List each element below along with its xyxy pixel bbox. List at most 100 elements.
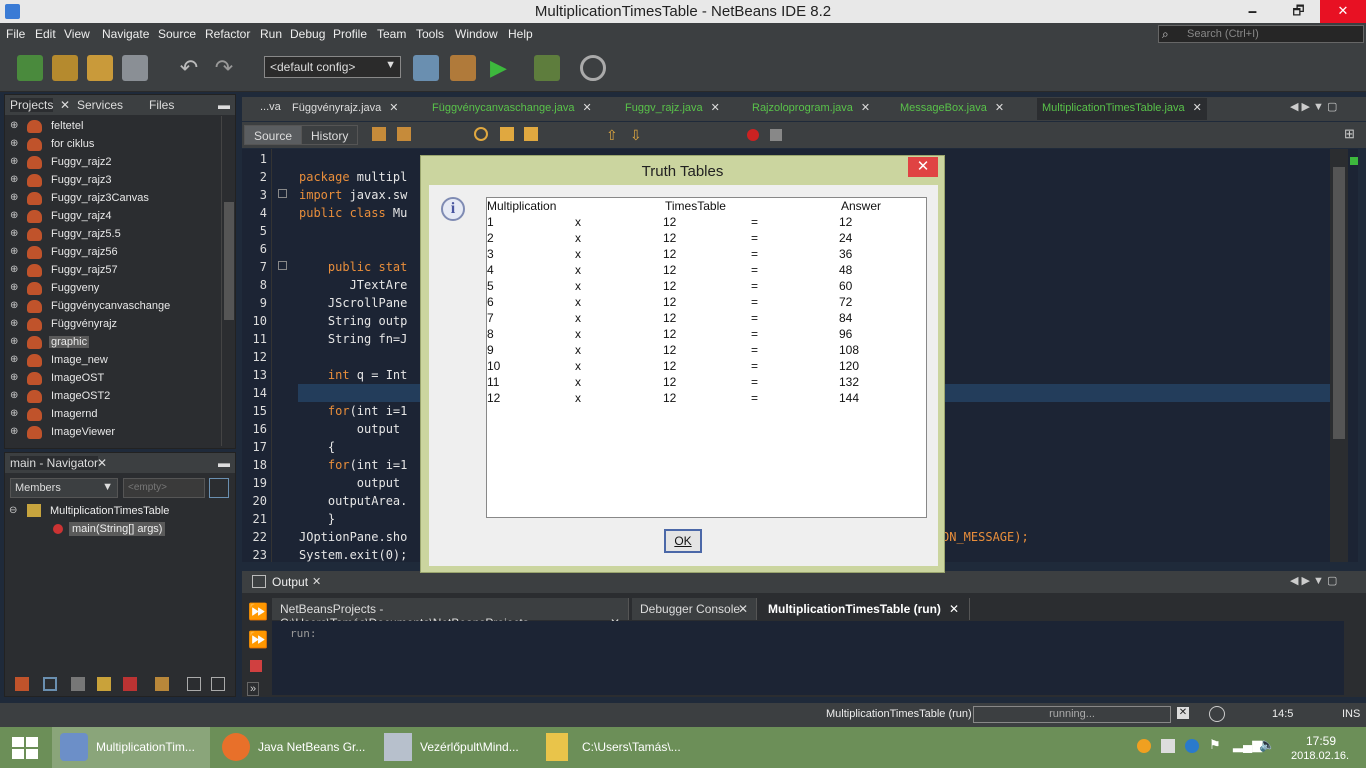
expand-icon[interactable]: ⊕	[10, 300, 18, 311]
back-icon[interactable]	[372, 127, 386, 141]
expand-icon[interactable]: ⊕	[10, 246, 18, 257]
menu-tools[interactable]: Tools	[416, 27, 444, 41]
editor-tab[interactable]: ...va	[260, 101, 281, 119]
project-item[interactable]: ⊕ Függvényrajz	[5, 316, 221, 334]
undo-icon[interactable]: ↶	[176, 55, 202, 81]
sort-name-icon[interactable]	[187, 677, 201, 691]
project-item[interactable]: ⊕ Fuggv_rajz56	[5, 244, 221, 262]
project-item[interactable]: ⊕ Fuggv_rajz3Canvas	[5, 190, 221, 208]
expand-icon[interactable]: ⊕	[10, 192, 18, 203]
redo-icon[interactable]: ↷	[211, 55, 237, 81]
expand-icon[interactable]: ⊕	[10, 228, 18, 239]
menu-window[interactable]: Window	[455, 27, 498, 41]
fields-icon[interactable]	[15, 677, 29, 691]
taskbar-item-netbeans[interactable]: MultiplicationTim...	[52, 727, 210, 768]
scroll-thumb[interactable]	[1333, 167, 1345, 439]
tab-projects[interactable]: Projects	[10, 98, 54, 112]
expand-icon[interactable]: ⊕	[10, 336, 18, 347]
menu-file[interactable]: File	[6, 27, 25, 41]
fold-icon[interactable]	[278, 189, 287, 198]
menu-navigate[interactable]: Navigate	[102, 27, 149, 41]
tab-files[interactable]: Files	[149, 98, 174, 112]
tray-device-icon[interactable]	[1161, 739, 1175, 753]
close-icon[interactable]: ✕	[861, 102, 870, 114]
inherited-icon[interactable]	[97, 677, 111, 691]
close-window-button[interactable]: ✕	[1320, 0, 1366, 23]
project-item[interactable]: ⊕ for ciklus	[5, 136, 221, 154]
output-console[interactable]: run:	[272, 621, 1344, 695]
menu-refactor[interactable]: Refactor	[205, 27, 250, 41]
expand-icon[interactable]: ⊕	[10, 120, 18, 131]
cancel-task-icon[interactable]: ✕	[1177, 707, 1189, 719]
profile-icon[interactable]	[580, 55, 606, 81]
tray-app-icon[interactable]	[1137, 739, 1151, 753]
expand-icon[interactable]: ⊕	[10, 426, 18, 437]
menu-help[interactable]: Help	[508, 27, 533, 41]
config-select[interactable]: <default config> ▼	[264, 56, 401, 78]
expand-icon[interactable]: ⊕	[10, 264, 18, 275]
close-icon[interactable]: ✕	[60, 98, 70, 112]
project-item[interactable]: ⊕ ImageViewer	[5, 424, 221, 442]
new-file-icon[interactable]	[17, 55, 43, 81]
project-item[interactable]: ⊕ ImageOST	[5, 370, 221, 388]
close-icon[interactable]: ✕	[949, 602, 959, 616]
search-input[interactable]: ⌕ Search (Ctrl+I)	[1158, 25, 1364, 43]
new-project-icon[interactable]	[52, 55, 78, 81]
close-icon[interactable]: ✕	[582, 102, 591, 114]
flag-icon[interactable]: ⚑	[1209, 737, 1221, 753]
expand-icon[interactable]: ⊕	[10, 372, 18, 383]
find-prev-icon[interactable]	[500, 127, 514, 141]
fold-icon[interactable]	[278, 261, 287, 270]
open-project-icon[interactable]	[87, 55, 113, 81]
expand-icon[interactable]: ⊕	[10, 138, 18, 149]
find-next-icon[interactable]	[524, 127, 538, 141]
expand-icon[interactable]: ⊕	[10, 174, 18, 185]
project-item[interactable]: ⊕ Fuggv_rajz4	[5, 208, 221, 226]
stop-macro-icon[interactable]	[770, 129, 782, 141]
menu-profile[interactable]: Profile	[333, 27, 367, 41]
fqn-icon[interactable]	[155, 677, 169, 691]
editor-scrollbar[interactable]	[1330, 149, 1348, 562]
project-item[interactable]: ⊕ feltetel	[5, 118, 221, 136]
menu-debug[interactable]: Debug	[290, 27, 325, 41]
menu-source[interactable]: Source	[158, 27, 196, 41]
project-item[interactable]: ⊕ Fuggv_rajz5.5	[5, 226, 221, 244]
project-item[interactable]: ⊕ Fuggv_rajz57	[5, 262, 221, 280]
collapse-icon[interactable]: ⊖	[9, 505, 17, 516]
close-icon[interactable]: ✕	[711, 102, 720, 114]
notification-icon[interactable]	[1209, 706, 1225, 722]
expand-icon[interactable]: ⊕	[10, 390, 18, 401]
forward-icon[interactable]	[397, 127, 411, 141]
project-item-selected[interactable]: ⊕ graphic	[5, 334, 221, 352]
build-icon[interactable]	[413, 55, 439, 81]
minimize-button[interactable]: 🗕	[1230, 0, 1275, 23]
project-item[interactable]: ⊕ Fuggveny	[5, 280, 221, 298]
rerun-icon[interactable]: ⏩	[248, 602, 268, 622]
project-item[interactable]: ⊕ ImageOST2	[5, 388, 221, 406]
clean-build-icon[interactable]	[450, 55, 476, 81]
expand-icon[interactable]: ⊕	[10, 408, 18, 419]
expand-icon[interactable]: ⊕	[10, 156, 18, 167]
projects-scrollbar[interactable]	[221, 116, 235, 446]
tray-sync-icon[interactable]	[1185, 739, 1199, 753]
nav-class-name[interactable]: MultiplicationTimesTable	[50, 505, 169, 517]
close-icon[interactable]: ✕	[1193, 102, 1202, 114]
minimize-panel-icon[interactable]: ▬	[218, 98, 230, 112]
expand-icon[interactable]: ⊕	[10, 318, 18, 329]
expand-icon[interactable]: ⊕	[10, 282, 18, 293]
tab-nav-arrows[interactable]: ◀ ▶ ▼ ▢	[1290, 574, 1337, 587]
windows-start-icon[interactable]	[12, 737, 38, 759]
editor-tab[interactable]: Fuggv_rajz.java ✕	[625, 101, 720, 119]
filter-icon[interactable]	[209, 478, 229, 498]
taskbar-item-firefox[interactable]: Java NetBeans Gr...	[214, 727, 372, 768]
expand-icon[interactable]: ⊕	[10, 354, 18, 365]
close-icon[interactable]: ✕	[97, 456, 107, 470]
rerun-params-icon[interactable]: ⏩	[248, 630, 268, 650]
taskbar-item-control-panel[interactable]: Vezérlőpult\Mind...	[376, 727, 534, 768]
debug-icon[interactable]	[534, 55, 560, 81]
next-bookmark-icon[interactable]: ⇩	[630, 127, 642, 144]
tab-navigator[interactable]: main - Navigator	[10, 456, 99, 470]
menu-edit[interactable]: Edit	[35, 27, 56, 41]
project-item[interactable]: ⊕ Image_new	[5, 352, 221, 370]
close-icon[interactable]: ✕	[389, 102, 398, 114]
